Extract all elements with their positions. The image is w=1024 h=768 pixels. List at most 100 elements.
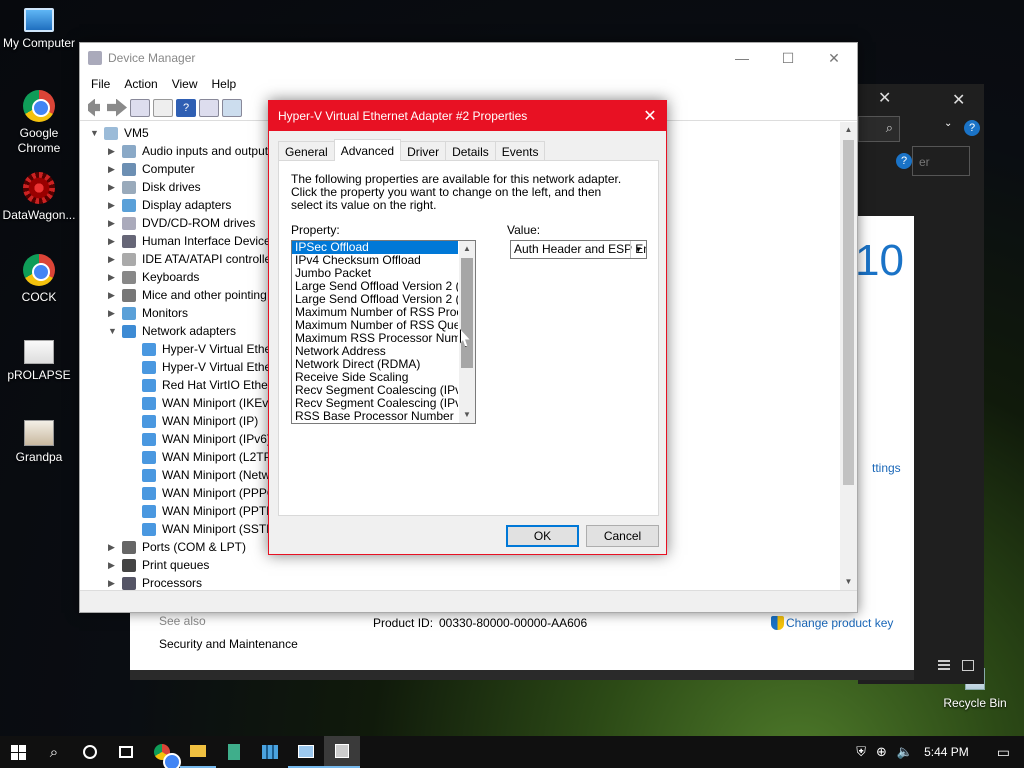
chevron-right-icon[interactable]: ▶ <box>108 542 122 553</box>
chevron-right-icon[interactable]: ▶ <box>108 308 122 319</box>
chevron-right-icon[interactable]: ▶ <box>108 560 122 571</box>
property-list-item[interactable]: Network Address <box>292 345 458 358</box>
device-tree-category[interactable]: ▶ DVD/CD-ROM drives <box>108 214 255 232</box>
chevron-right-icon[interactable]: ▶ <box>108 272 122 283</box>
device-tree-item[interactable]: WAN Miniport (SSTP) <box>128 520 278 538</box>
desktop-icon-prolapse[interactable]: pROLAPSE <box>0 340 78 383</box>
close-icon[interactable]: ✕ <box>634 106 666 126</box>
property-list-item[interactable]: Receive Side Scaling <box>292 371 458 384</box>
property-list-item[interactable]: Large Send Offload Version 2 (IPv4) <box>292 280 458 293</box>
scroll-down-icon[interactable]: ▼ <box>459 407 475 423</box>
menu-file[interactable]: File <box>84 77 117 91</box>
device-tree-category[interactable]: ▶ Monitors <box>108 304 188 322</box>
scroll-thumb[interactable] <box>461 258 473 368</box>
desktop-icon-my-computer[interactable]: My Computer <box>0 8 78 51</box>
show-hidden-icon[interactable] <box>153 98 173 117</box>
device-tree-category[interactable]: ▶ Audio inputs and outputs <box>108 142 274 160</box>
close-icon[interactable]: ✕ <box>878 88 891 108</box>
chevron-right-icon[interactable]: ▶ <box>108 200 122 211</box>
property-list-item[interactable]: Maximum RSS Processor Number <box>292 332 458 345</box>
property-list-item[interactable]: IPSec Offload <box>292 241 458 254</box>
settings-link[interactable]: ttings <box>872 461 901 475</box>
minimize-button[interactable]: — <box>719 43 765 73</box>
tiles-view-icon[interactable] <box>962 660 974 671</box>
device-tree-item[interactable]: WAN Miniport (IKEv2) <box>128 394 279 412</box>
property-list-item[interactable]: Network Direct (RDMA) <box>292 358 458 371</box>
cancel-button[interactable]: Cancel <box>586 525 659 547</box>
network-icon[interactable]: ⊕ <box>871 744 892 760</box>
scroll-up-icon[interactable]: ▲ <box>459 241 475 257</box>
taskbar-device-manager[interactable] <box>324 736 360 768</box>
notifications-icon[interactable]: ▭ <box>983 744 1024 761</box>
volume-icon[interactable]: 🔈 <box>892 744 918 760</box>
device-tree-category[interactable]: ▶ Keyboards <box>108 268 199 286</box>
scroll-down-icon[interactable]: ▼ <box>840 574 857 590</box>
chevron-right-icon[interactable]: ▶ <box>108 290 122 301</box>
device-tree-item[interactable]: WAN Miniport (IP) <box>128 412 258 430</box>
back-icon[interactable] <box>84 98 104 117</box>
chevron-down-icon[interactable]: ⌄ <box>944 118 952 129</box>
scroll-up-icon[interactable]: ▲ <box>840 122 857 138</box>
properties-icon[interactable] <box>130 98 150 117</box>
device-tree-category[interactable]: ▼ VM5 <box>90 124 149 142</box>
taskbar-system-window[interactable] <box>288 736 324 768</box>
property-list-item[interactable]: Maximum Number of RSS Processors <box>292 306 458 319</box>
desktop-icon-datawagon[interactable]: DataWagon... <box>0 172 78 223</box>
maximize-button[interactable]: ☐ <box>765 43 811 73</box>
device-tree-item[interactable]: WAN Miniport (PPPOE) <box>128 484 288 502</box>
desktop-icon-cock[interactable]: COCK <box>0 254 78 305</box>
view-toggle-icons[interactable] <box>938 660 978 672</box>
property-list-item[interactable]: Recv Segment Coalescing (IPv4) <box>292 384 458 397</box>
property-list-item[interactable]: Large Send Offload Version 2 (IPv6) <box>292 293 458 306</box>
scan-hardware-icon[interactable] <box>222 98 242 117</box>
device-tree-item[interactable]: WAN Miniport (IPv6) <box>128 430 271 448</box>
dialog-titlebar[interactable]: Hyper-V Virtual Ethernet Adapter #2 Prop… <box>269 101 666 131</box>
security-shield-icon[interactable]: ⛨ <box>851 744 871 760</box>
clock-time[interactable]: 5:44 PM <box>918 745 983 759</box>
device-tree-item[interactable]: WAN Miniport (L2TP) <box>128 448 276 466</box>
tab-driver[interactable]: Driver <box>400 141 447 161</box>
device-tree-category[interactable]: ▶ IDE ATA/ATAPI controllers <box>108 250 281 268</box>
task-view-button[interactable] <box>108 736 144 768</box>
chevron-down-icon[interactable]: ▼ <box>90 128 104 138</box>
change-product-key-link[interactable]: Change product key <box>786 616 893 630</box>
property-list-item[interactable]: Jumbo Packet <box>292 267 458 280</box>
property-list-item[interactable]: IPv4 Checksum Offload <box>292 254 458 267</box>
tab-advanced[interactable]: Advanced <box>333 139 402 161</box>
property-list-item[interactable]: Maximum Number of RSS Queues <box>292 319 458 332</box>
chevron-down-icon[interactable]: ▼ <box>108 326 122 336</box>
tree-scrollbar[interactable]: ▲ ▼ <box>840 122 857 590</box>
cortana-button[interactable] <box>72 736 108 768</box>
help-icon[interactable]: ? <box>896 153 912 169</box>
device-manager-titlebar[interactable]: Device Manager — ☐ ✕ <box>80 43 857 73</box>
device-tree-category[interactable]: ▶ Processors <box>108 574 202 590</box>
device-tree-category[interactable]: ▶ Display adapters <box>108 196 231 214</box>
device-tree-category[interactable]: ▶ Disk drives <box>108 178 201 196</box>
device-tree-category[interactable]: ▶ Print queues <box>108 556 209 574</box>
device-tree-category[interactable]: ▶ Ports (COM & LPT) <box>108 538 246 556</box>
ok-button[interactable]: OK <box>506 525 579 547</box>
property-list-item[interactable]: Recv Segment Coalescing (IPv6) <box>292 397 458 410</box>
menu-view[interactable]: View <box>165 77 205 91</box>
tab-general[interactable]: General <box>278 141 335 161</box>
desktop-icon-google-chrome[interactable]: Google Chrome <box>0 90 78 156</box>
menu-action[interactable]: Action <box>117 77 164 91</box>
chevron-right-icon[interactable]: ▶ <box>108 236 122 247</box>
value-dropdown[interactable]: Auth Header and ESP Enabled ▼ <box>510 240 647 259</box>
chevron-right-icon[interactable]: ▶ <box>108 146 122 157</box>
device-tree-category[interactable]: ▼ Network adapters <box>108 322 236 340</box>
chevron-right-icon[interactable]: ▶ <box>108 218 122 229</box>
taskbar-app-green[interactable] <box>216 736 252 768</box>
device-tree-category[interactable]: ▶ Human Interface Devices <box>108 232 277 250</box>
desktop-icon-grandpa[interactable]: Grandpa <box>0 420 78 465</box>
help-icon[interactable]: ? <box>964 120 980 136</box>
menu-help[interactable]: Help <box>205 77 244 91</box>
details-view-icon[interactable] <box>938 660 950 671</box>
tab-events[interactable]: Events <box>494 141 546 161</box>
taskbar-file-explorer[interactable] <box>180 736 216 768</box>
taskbar-app-grid[interactable] <box>252 736 288 768</box>
search-box[interactable]: ⌕ <box>858 116 900 142</box>
device-tree-category[interactable]: ▶ Computer <box>108 160 195 178</box>
close-icon[interactable]: ✕ <box>952 90 965 110</box>
search-button[interactable]: ⌕ <box>36 736 72 768</box>
